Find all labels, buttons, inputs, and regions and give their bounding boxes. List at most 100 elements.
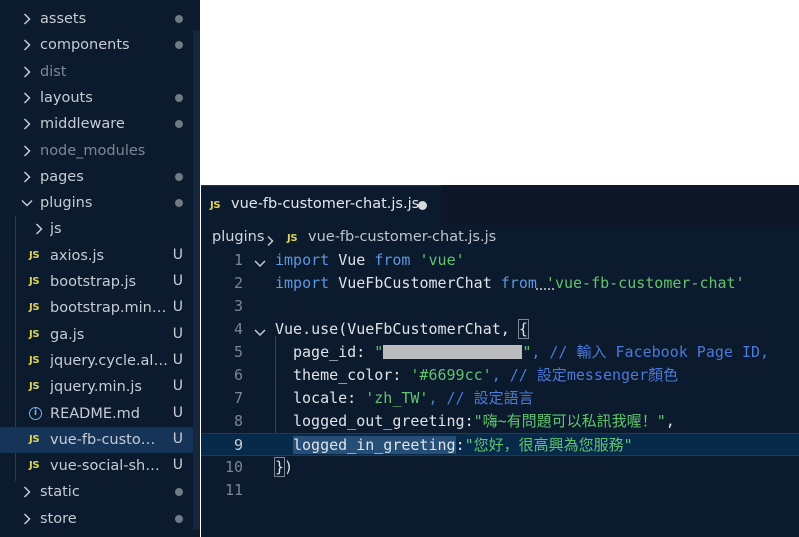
code-line[interactable]: 8 logged_out_greeting:"嗨~有問題可以私訊我喔！", [201,410,799,433]
tree-item-label: node_modules [40,142,146,159]
tab-bar: JS vue-fb-customer-chat.js.js [201,185,799,225]
line-number: 6 [233,366,243,384]
code-line[interactable]: 11 [201,479,799,502]
tree-item-assets[interactable]: assets [0,6,193,32]
js-file-icon: JS [210,200,221,211]
line-number: 2 [233,274,243,292]
tree-item-label: README.md [50,405,140,422]
breadcrumb-file[interactable]: vue-fb-customer-chat.js.js [308,229,496,245]
keyword: import [275,274,330,292]
selected-property-key: logged_in_greeting [293,436,456,454]
chevron-right-icon[interactable] [20,91,34,105]
identifier: Vue [329,251,375,269]
code-line[interactable]: 2 import VueFbCustomerChat from 'vue-fb-… [201,272,799,295]
tree-item-ga-js[interactable]: JS ga.js U [0,322,193,348]
tree-item-label: jquery.min.js [50,379,142,396]
tree-item-vue-fb-custom[interactable]: JS vue-fb-custom... U [0,426,193,453]
unsaved-dot-icon[interactable] [418,201,427,210]
string: '#6699cc' [410,366,492,384]
tree-item-label: static [40,484,80,501]
line-number: 8 [233,412,243,430]
tree-item-bootstrap-js[interactable]: JS bootstrap.js U [0,269,193,295]
line-number: 7 [233,389,243,407]
tree-item-js[interactable]: js [0,216,193,242]
tree-item-node-modules[interactable]: node_modules [0,138,193,164]
tree-item-readme-md[interactable]: i README.md U [0,401,193,427]
js-file-icon: JS [287,233,298,244]
tree-item-middleware[interactable]: middleware [0,111,193,137]
modified-dot-icon [175,172,183,181]
breadcrumb-folder[interactable]: plugins [212,229,264,245]
chevron-right-icon[interactable] [20,65,34,79]
code-line[interactable]: 5 page_id: " ", // 輸入 Facebook Page ID, [201,341,799,364]
untracked-badge: U [172,246,183,263]
tree-item-pages[interactable]: pages [0,164,193,190]
tree-item-label: vue-social-shar... [50,458,168,475]
property-key: page_id: [293,343,375,361]
explorer-sidebar: assets components dist layouts middleware nod… [0,0,200,537]
tree-item-label: components [40,37,130,54]
chevron-down-icon[interactable] [20,196,34,210]
chevron-right-icon[interactable] [20,144,34,158]
code-line[interactable]: 4 Vue.use(VueFbCustomerChat, { [201,318,799,341]
js-file-icon: JS [29,249,40,261]
tree-item-label: vue-fb-custom... [50,431,168,448]
property-key: locale: [293,389,366,407]
property-key: logged_out_greeting: [293,412,474,430]
comment: , // 設定messenger顏色 [491,366,679,384]
js-file-icon: JS [29,328,40,340]
tree-item-components[interactable]: components [0,32,193,58]
tree-item-axios-js[interactable]: JS axios.js U [0,243,193,269]
untracked-badge: U [172,430,183,447]
tree-item-plugins[interactable]: plugins [0,190,193,216]
chevron-right-icon[interactable] [20,485,34,499]
js-file-icon: JS [29,460,40,472]
chevron-right-icon[interactable] [20,512,34,526]
code-line[interactable]: 10 }) [201,456,799,479]
modified-dot-icon [175,93,183,102]
chevron-right-icon[interactable] [20,12,34,26]
code-line[interactable]: 7 locale: 'zh_TW', // 設定語言 [201,387,799,410]
js-file-icon: JS [29,381,40,393]
tree-item-vue-social-shar[interactable]: JS vue-social-shar... U [0,453,193,479]
line-number: 9 [233,436,243,454]
keyword: from [500,274,537,292]
tree-item-jquery-min-js[interactable]: JS jquery.min.js U [0,374,193,400]
tree-item-jquery-cycle-all-js[interactable]: JS jquery.cycle.all.js U [0,348,193,374]
punctuation: : [455,436,465,454]
tree-item-layouts[interactable]: layouts [0,85,193,111]
tree-item-label: js [50,221,62,238]
explorer-scrollbar[interactable] [193,30,200,530]
code-text: Vue.use(VueFbCustomerChat, { [275,318,529,341]
editor-pane: JS vue-fb-customer-chat.js.js plugins JS… [201,185,799,537]
untracked-badge: U [172,299,183,316]
string: "您好，很高興為您服務" [464,436,633,454]
tree-item-static[interactable]: static [0,479,193,505]
chevron-right-icon[interactable] [32,222,46,236]
untracked-badge: U [172,325,183,342]
code-line[interactable]: 6 theme_color: '#6699cc', // 設定messenger… [201,364,799,387]
tree-item-store[interactable]: store [0,506,193,532]
code-line[interactable]: 3 [201,295,799,318]
tree-item-label: axios.js [50,247,105,264]
chevron-right-icon[interactable] [20,170,34,184]
tree-item-bootstrap-min-js[interactable]: JS bootstrap.min.js U [0,295,193,321]
tab-label: vue-fb-customer-chat.js.js [231,196,420,212]
method-call: .use(VueFbCustomerChat, [302,320,519,338]
string: "嗨~有問題可以私訊我喔！" [473,412,666,430]
comment: , // 輸入 Facebook Page ID, [531,343,770,361]
line-number: 1 [233,251,243,269]
modified-dot-icon [175,120,183,129]
code-line-current[interactable]: 9 logged_in_greeting:"您好，很高興為您服務" [201,433,799,456]
chevron-right-icon[interactable] [20,38,34,52]
tab-vue-fb-customer-chat[interactable]: JS vue-fb-customer-chat.js.js [201,185,441,225]
identifier: VueFbCustomerChat [329,274,501,292]
modified-dot-icon [175,41,183,50]
code-text: logged_out_greeting:"嗨~有問題可以私訊我喔！", [293,410,675,433]
tree-item-label: assets [40,11,87,27]
code-line[interactable]: 1 import Vue from 'vue' [201,249,799,272]
chevron-right-icon[interactable] [20,117,34,131]
property-key: theme_color: [293,366,411,384]
tree-item-dist[interactable]: dist [0,59,193,85]
tree-item-label: bootstrap.min.js [50,300,168,317]
